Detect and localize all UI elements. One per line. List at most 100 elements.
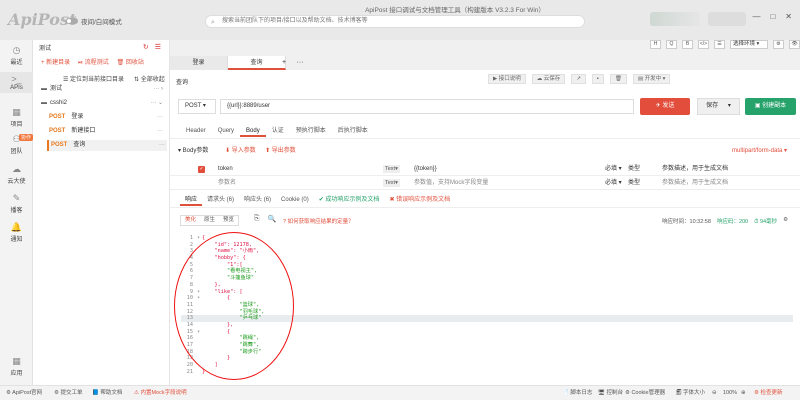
- official-site-link[interactable]: ⚙ ApiPost官网: [6, 386, 42, 400]
- send-button[interactable]: ✈ 发送: [640, 98, 690, 115]
- chevron-down-icon[interactable]: ▾: [728, 103, 731, 109]
- minimize-button[interactable]: —: [752, 12, 760, 21]
- console-button[interactable]: 🖥 控制台: [598, 386, 623, 400]
- copy-icon[interactable]: ▪: [591, 74, 604, 84]
- close-button[interactable]: ✕: [785, 12, 792, 21]
- param-value[interactable]: {{token}}: [414, 163, 437, 176]
- content-type-select[interactable]: multipart/form-data ▾: [732, 145, 787, 157]
- nav-cloud[interactable]: ☁ 云大使: [0, 164, 33, 185]
- body-view-button[interactable]: B: [682, 40, 693, 49]
- search-icon[interactable]: 🔍: [268, 215, 277, 223]
- tab-cookie[interactable]: Cookie (0): [276, 194, 314, 206]
- method-select[interactable]: POST ▾: [178, 99, 216, 114]
- param-required[interactable]: 必填 ▾: [605, 177, 622, 190]
- tree-api[interactable]: POST 登录 ···: [49, 112, 165, 123]
- import-params-button[interactable]: ⬇ 导入参数: [225, 145, 256, 157]
- env-select[interactable]: 选择环境 ▾: [730, 40, 768, 49]
- chevron-right-icon[interactable]: ··· ›: [153, 84, 163, 95]
- more-icon[interactable]: ···: [157, 112, 163, 123]
- tab-pre-script[interactable]: 预执行脚本: [290, 125, 332, 137]
- tab-body[interactable]: Body: [240, 125, 266, 137]
- mock-fields-link[interactable]: ⚠ 内置Mock字段说明: [134, 386, 187, 400]
- tree-api-selected[interactable]: POST 查询 ···: [47, 140, 167, 151]
- gear-icon[interactable]: ⚙: [783, 217, 788, 226]
- submit-ticket-link[interactable]: ⚙ 提交工单: [54, 386, 82, 400]
- eye-icon[interactable]: 👁: [789, 40, 800, 49]
- more-icon[interactable]: ···: [157, 126, 163, 137]
- tree-api[interactable]: POST 新建接口 ···: [49, 126, 165, 137]
- nav-notify[interactable]: 🔔 通知: [0, 222, 33, 243]
- zoom-out-icon[interactable]: ⊖: [712, 386, 717, 400]
- help-docs-link[interactable]: 📘 帮助文档: [92, 386, 122, 400]
- collapse-icon[interactable]: ☰: [155, 43, 161, 51]
- nav-recent[interactable]: ◷ 最近: [0, 45, 33, 66]
- recycle-bin-button[interactable]: 🗑 回收站: [117, 57, 144, 67]
- url-input[interactable]: {{url}}:8889/user: [220, 99, 634, 114]
- api-doc-button[interactable]: ▶ 接口说明: [488, 74, 526, 84]
- view-preview-button[interactable]: 预览: [219, 216, 238, 225]
- view-raw-button[interactable]: 原生: [200, 216, 219, 225]
- param-type[interactable]: 类型: [628, 177, 640, 190]
- response-body-editor[interactable]: 1 ▾{2 "id": 12178, 3 "name": "小雨", 4 "hobby…: [181, 235, 793, 377]
- zoom-in-icon[interactable]: ⊕: [741, 386, 746, 400]
- copy-icon[interactable]: ⎘: [254, 215, 260, 223]
- toggle-icon[interactable]: [66, 18, 78, 24]
- nav-apis[interactable]: >_ APIs: [0, 72, 33, 93]
- param-required[interactable]: 必填 ▾: [605, 163, 622, 176]
- list-icon[interactable]: ☰: [714, 40, 725, 49]
- tab-login[interactable]: 登录: [170, 56, 228, 70]
- tab-auth[interactable]: 认证: [266, 125, 290, 137]
- tab-post-script[interactable]: 后执行脚本: [332, 125, 374, 137]
- new-folder-button[interactable]: + 新建目录: [41, 57, 70, 67]
- create-copy-button[interactable]: ▣ 创建副本: [745, 98, 796, 115]
- locate-current-button[interactable]: ☰ 定位到当前接口目录: [63, 74, 124, 83]
- gear-icon[interactable]: ⚙: [773, 40, 784, 49]
- param-name[interactable]: 参数名: [218, 177, 236, 190]
- param-desc[interactable]: 参数描述，用于生成文档: [662, 177, 728, 190]
- tab-response[interactable]: 响应: [180, 194, 203, 206]
- cookie-manager-button[interactable]: ⚙ Cookie管理器: [625, 386, 665, 400]
- param-name[interactable]: token: [218, 163, 233, 176]
- more-icon[interactable]: ···: [159, 140, 165, 151]
- query-view-button[interactable]: Q: [666, 40, 677, 49]
- add-tab-button[interactable]: +: [276, 56, 292, 70]
- check-update-button[interactable]: ⚙ 检查更新: [754, 386, 782, 400]
- tab-more-button[interactable]: ···: [292, 56, 308, 70]
- param-checkbox[interactable]: ✓: [198, 166, 205, 173]
- tree-folder[interactable]: ▬ csshi2 ··· ⌄: [41, 98, 165, 109]
- user-avatar[interactable]: [650, 12, 700, 26]
- export-params-button[interactable]: ⬆ 导出参数: [265, 145, 296, 157]
- flow-test-button[interactable]: ⏯ 流程测试: [78, 57, 108, 67]
- script-log-button[interactable]: 📄 脚本日志: [562, 386, 592, 400]
- tab-success-example[interactable]: ✔ 成功响应示例及文档: [314, 194, 385, 206]
- code-icon[interactable]: </>: [698, 40, 709, 49]
- api-name[interactable]: 查询: [176, 77, 188, 86]
- user-name[interactable]: [708, 12, 746, 26]
- theme-toggle[interactable]: 夜间/白间模式: [66, 16, 122, 26]
- param-value[interactable]: 参数值，支持Mock字段变量: [414, 177, 488, 190]
- tree-folder[interactable]: ▬ 测试 ··· ›: [41, 84, 165, 95]
- maximize-button[interactable]: □: [770, 12, 775, 21]
- tab-error-example[interactable]: ✖ 错误响应示例及文档: [384, 194, 455, 206]
- nav-team[interactable]: 协作 ⚇ 团队: [0, 134, 33, 155]
- nav-project[interactable]: ▦ 项目: [0, 107, 33, 128]
- save-button[interactable]: 保存 ▾: [697, 98, 740, 115]
- chevron-down-icon[interactable]: ··· ⌄: [150, 98, 163, 109]
- cloud-save-button[interactable]: ☁ 云保存: [531, 74, 566, 84]
- share-icon[interactable]: ↗: [571, 74, 586, 84]
- tab-response-headers[interactable]: 响应头 (6): [239, 194, 276, 206]
- param-desc[interactable]: 参数描述，用于生成文档: [662, 163, 728, 176]
- delete-icon[interactable]: 🗑: [609, 74, 627, 84]
- body-params-toggle[interactable]: ▾ Body参数: [178, 145, 208, 157]
- tab-header[interactable]: Header: [180, 125, 212, 137]
- status-select[interactable]: ▤ 开发中 ▾: [632, 74, 671, 84]
- param-type[interactable]: 类型: [628, 163, 640, 176]
- nav-apps[interactable]: ▦ 应用: [0, 356, 33, 377]
- tab-request-headers[interactable]: 请求头 (6): [202, 194, 239, 206]
- tab-query[interactable]: Query: [212, 125, 240, 137]
- refresh-icon[interactable]: ↻: [143, 43, 149, 51]
- global-search-input[interactable]: ⌕ 搜索当前团队下的项目/接口以及帮助文档、技术博客等: [205, 15, 585, 28]
- nav-podcast[interactable]: ✎ 播客: [0, 193, 33, 214]
- param-type-select[interactable]: Text▾: [383, 165, 400, 173]
- param-type-select[interactable]: Text▾: [383, 179, 400, 187]
